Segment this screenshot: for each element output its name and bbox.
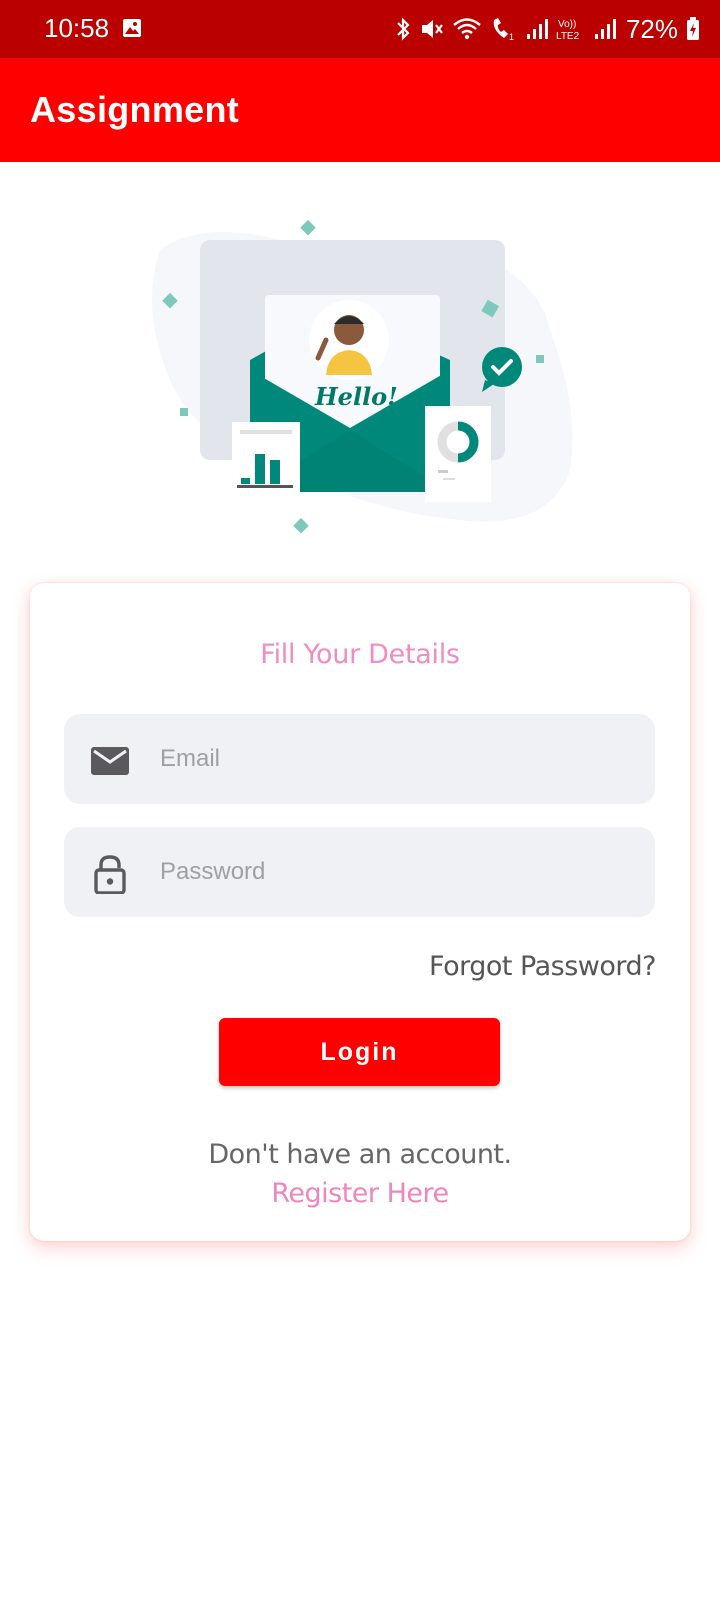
email-icon	[91, 747, 129, 775]
signal-icon	[594, 19, 616, 39]
email-field[interactable]	[64, 714, 655, 804]
volte-icon: Vo)) LTE2	[556, 19, 580, 42]
mute-icon	[421, 20, 443, 38]
check-badge-icon	[482, 347, 522, 387]
register-link[interactable]: Register Here	[30, 1178, 690, 1209]
confetti	[180, 408, 188, 416]
app-title: Assignment	[30, 89, 240, 130]
wifi-call-icon: 1	[493, 18, 514, 42]
svg-text:Vo)): Vo))	[558, 19, 576, 30]
password-input[interactable]	[160, 827, 640, 917]
lock-icon	[94, 855, 126, 894]
app-bar: Assignment	[0, 58, 720, 162]
bluetooth-icon	[397, 17, 410, 41]
form-heading: Fill Your Details	[260, 639, 460, 670]
forgot-password-link[interactable]: Forgot Password?	[429, 951, 656, 982]
signal-icon	[526, 19, 548, 39]
svg-text:LTE2: LTE2	[556, 31, 580, 42]
login-button[interactable]: Login	[219, 1018, 500, 1086]
gallery-icon	[123, 19, 141, 37]
confetti	[536, 355, 544, 363]
svg-text:1: 1	[509, 32, 514, 42]
confetti	[300, 219, 316, 236]
password-field[interactable]	[64, 827, 655, 917]
email-input[interactable]	[160, 714, 640, 804]
confetti	[293, 517, 309, 534]
no-account-text: Don't have an account.	[208, 1139, 512, 1170]
status-icons: 1 Vo)) LTE2 72%	[394, 14, 700, 44]
hello-text: Hello!	[314, 382, 398, 411]
status-time: 10:58	[44, 13, 110, 43]
battery-charging-icon	[687, 17, 699, 40]
hello-illustration: Hello!	[152, 219, 573, 534]
status-bar: 10:58 1 Vo)) LTE2 72%	[0, 0, 720, 58]
battery-level: 72%	[625, 13, 678, 44]
login-card: Fill Your Details Forgot Password? Login…	[30, 583, 690, 1241]
wifi-icon	[453, 18, 481, 40]
